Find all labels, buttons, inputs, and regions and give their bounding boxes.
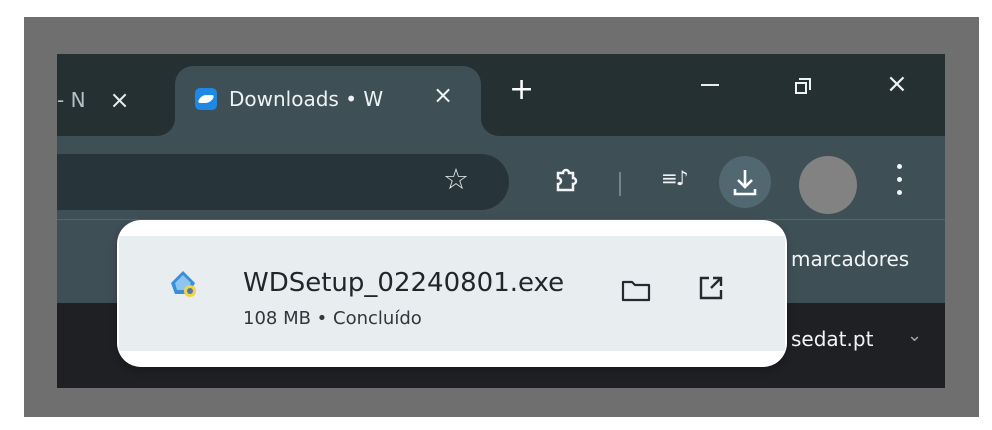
tab-previous[interactable]: - N ×	[57, 76, 130, 124]
folder-icon[interactable]	[621, 278, 651, 302]
avatar[interactable]	[799, 156, 857, 214]
download-button[interactable]	[719, 156, 771, 208]
toolbar-separator	[619, 172, 621, 196]
download-bubble: WDSetup_02240801.exe 108 MB • Concluído	[117, 220, 787, 367]
tab-strip: - N × Downloads • W × + ×	[57, 54, 945, 136]
minimize-icon[interactable]	[701, 84, 719, 86]
open-external-icon[interactable]	[697, 274, 725, 302]
new-tab-button[interactable]: +	[509, 75, 534, 105]
address-bar[interactable]: ☆	[57, 154, 509, 210]
domain-text: sedat.pt	[791, 327, 874, 351]
reading-list-icon[interactable]: ≡♪	[661, 166, 688, 190]
download-icon	[733, 170, 757, 196]
tab-downloads-title: Downloads • W	[229, 87, 384, 111]
tab-close-icon[interactable]: ×	[433, 81, 453, 109]
installer-file-icon	[171, 271, 196, 297]
tab-favicon-icon	[195, 88, 217, 110]
bookmark-star-icon[interactable]: ☆	[443, 162, 469, 196]
toolbar: ☆ ≡♪	[57, 136, 945, 219]
chevron-down-icon[interactable]: ⌄	[907, 325, 922, 346]
download-item[interactable]: WDSetup_02240801.exe 108 MB • Concluído	[119, 236, 785, 351]
window-close-icon[interactable]: ×	[886, 69, 908, 99]
tab-previous-title: - N	[57, 88, 86, 112]
file-name: WDSetup_02240801.exe	[243, 268, 565, 298]
bookmarks-label[interactable]: marcadores	[791, 247, 909, 271]
extensions-icon[interactable]	[551, 166, 579, 194]
tab-downloads[interactable]: Downloads • W ×	[175, 66, 481, 136]
tab-previous-close-icon[interactable]: ×	[110, 86, 130, 114]
more-vert-icon[interactable]	[897, 164, 903, 200]
download-status: 108 MB • Concluído	[243, 308, 422, 329]
restore-icon[interactable]	[795, 78, 811, 94]
